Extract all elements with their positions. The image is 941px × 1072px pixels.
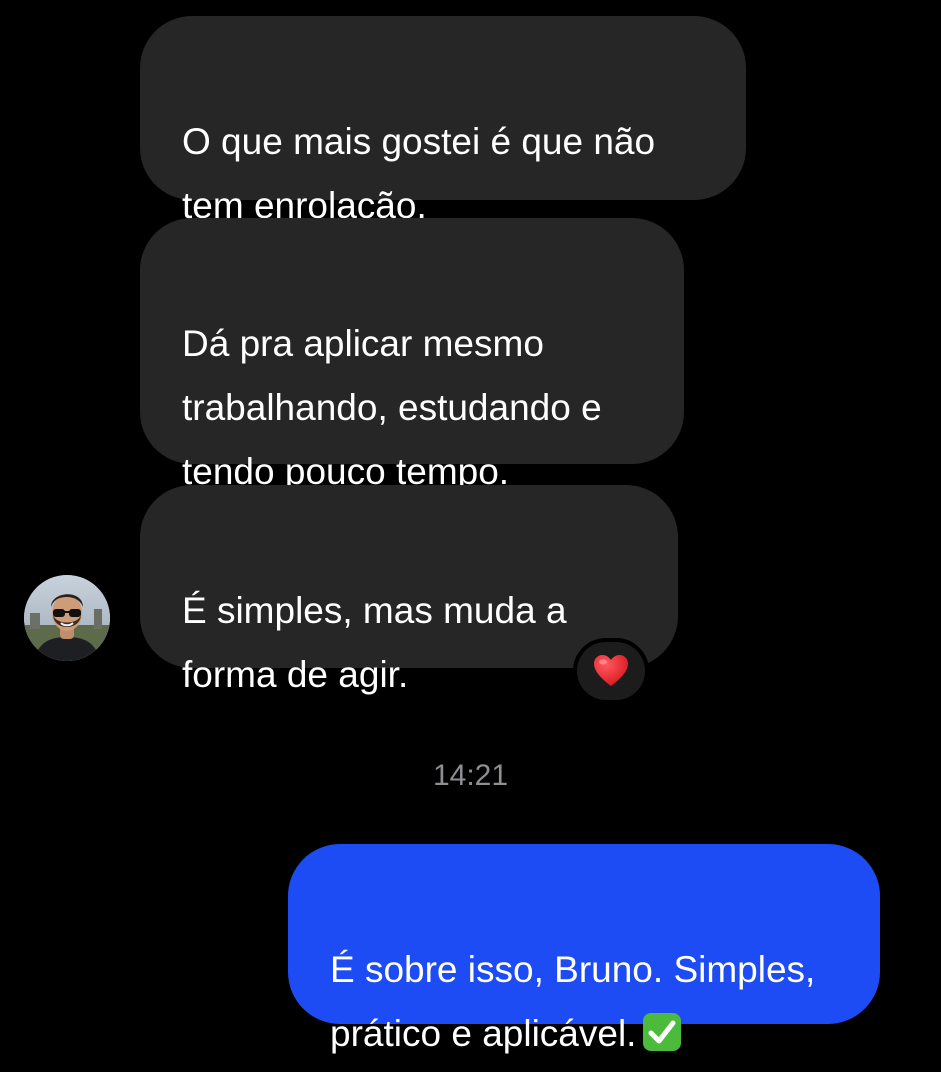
sender-avatar[interactable] xyxy=(24,575,110,661)
heart-emoji xyxy=(594,655,628,686)
message-reaction[interactable] xyxy=(573,638,649,704)
message-text: Dá pra aplicar mesmo trabalhando, estuda… xyxy=(182,323,602,492)
incoming-message-bubble[interactable]: Dá pra aplicar mesmo trabalhando, estuda… xyxy=(140,218,684,492)
avatar-photo xyxy=(24,575,110,661)
outgoing-message-bubble[interactable]: É sobre isso, Bruno. Simples, prático e … xyxy=(288,844,880,1054)
message-text: É sobre isso, Bruno. Simples, prático e … xyxy=(330,949,816,1054)
message-timestamp: 14:21 xyxy=(432,759,509,792)
message-text: É simples, mas muda a forma de agir. xyxy=(182,590,567,695)
check-mark-emoji-icon xyxy=(642,1008,682,1072)
message-text: O que mais gostei é que não tem enrolaçã… xyxy=(182,121,656,226)
incoming-message-bubble[interactable]: O que mais gostei é que não tem enrolaçã… xyxy=(140,16,746,226)
